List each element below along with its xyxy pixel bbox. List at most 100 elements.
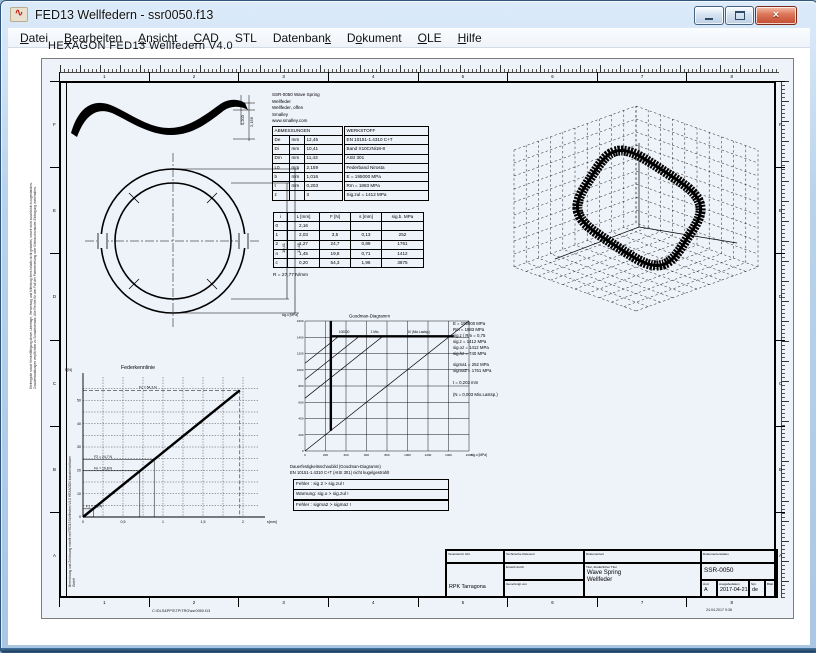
load-table-cell: 1 (274, 231, 288, 240)
zone-number: 3 (238, 598, 328, 607)
tb-label-created: Erstellt durch (505, 564, 583, 569)
drawing-panel: 12345678 12345678 FEDCBA FEDCBA Weiterga… (41, 58, 794, 619)
file-path-text: C:\DLS&PPS\TP\TRG\ssr0050.f13 (152, 609, 210, 613)
feder-xtick-label: 0,5 (121, 520, 126, 524)
close-button[interactable]: × (755, 6, 797, 25)
werkstoff-cell: Sig.zul = 1412 MPa (345, 191, 429, 200)
zone-letter: F (776, 81, 785, 167)
feder-ytick-label: 50 (77, 399, 81, 403)
tb-label-sheet: Blatt (766, 581, 776, 586)
message-box: Fehler : sigma2 > sigmaz ! (293, 500, 449, 511)
zone-letter: B (50, 426, 59, 512)
app-icon[interactable]: ∿ (10, 7, 28, 22)
zone-number: 4 (328, 72, 418, 81)
goodman-caption-line2: EN 10151-1.4310 C+T (AISI 301) nicht kug… (290, 470, 389, 476)
zone-letter: B (776, 426, 785, 512)
werkstoff-cell: Band X10CrNi18-8 (345, 145, 429, 154)
message-list: Fehler : sig 2 > sig.zul !Warnung: sig.o… (293, 480, 449, 511)
load-table-cell: L [mm] (288, 213, 320, 222)
goodman-series-fatigue-line-1mio (305, 336, 359, 379)
menu-item-hilfe[interactable]: Hilfe (450, 30, 490, 46)
menu-item-datenbank[interactable]: Datenbank (265, 30, 339, 46)
spring-rate-line: R = 27,77 N/mm (273, 273, 308, 278)
feder-ytick-label: 40 (77, 422, 81, 426)
zone-letter: C (776, 340, 785, 426)
goodman-title: Goodman-Diagramm (349, 314, 390, 319)
feder-ytick-label: 30 (77, 445, 81, 449)
load-table-cell: 19,8 (320, 249, 351, 258)
zone-strip-bottom: 12345678 (59, 598, 776, 607)
tb-rev: A (702, 586, 716, 594)
werkstoff-cell: Federband Nirosta (345, 163, 429, 172)
load-table-cell: 24,7 (320, 240, 351, 249)
zone-number: 7 (597, 598, 687, 607)
app-version-header: HEXAGON FED13 Wellfedern V4.0 (48, 40, 233, 52)
abmessungen-cell: ABMESSUNGEN (273, 127, 343, 136)
load-table-cell (320, 222, 351, 231)
load-table-cell (351, 222, 382, 231)
goodman-annotation: 100000 (339, 330, 350, 334)
window-controls: × (694, 6, 797, 25)
title-block: Verantwortl. Abt. Technische Referenz Do… (445, 549, 778, 598)
goodman-annotation: 1 Mio. (371, 330, 380, 334)
abmessungen-cell: 12,45 (305, 136, 343, 145)
load-table-cell: 0,20 (288, 258, 320, 267)
abmessungen-cell: t (273, 182, 290, 191)
goodman-ytick-label: 1600 (297, 319, 304, 323)
tb-label-doctype: Dokumentart (585, 551, 700, 556)
goodman-series-fatigue-line-100000 (305, 336, 383, 398)
zone-letter: C (50, 340, 59, 426)
zone-strip-top: 12345678 (59, 72, 776, 81)
abmessungen-cell: b (273, 172, 290, 181)
abmessungen-cell: 10,41 (305, 145, 343, 154)
federkennlinie-chart: F1 = 3,5 NFn = 19,8 NF2 = 24,7 NFc = 54,… (61, 361, 301, 545)
tb-date: 2017-04-21 (718, 586, 748, 594)
zone-number: 6 (507, 72, 597, 81)
feder-ytick-label: 20 (77, 469, 81, 473)
minimize-button[interactable] (694, 6, 724, 25)
info-line: www.smalley.com (272, 118, 320, 125)
dim-height-label: 2,159 (249, 116, 254, 127)
load-table-cell: 0,89 (351, 240, 382, 249)
goodman-caption: Dauerfestigkeitsschaubild (Goodman-Diagr… (290, 464, 389, 475)
goodman-ytick-label: 1400 (297, 335, 304, 339)
maximize-icon (735, 11, 745, 20)
goodman-xtick-label: 1400 (445, 453, 452, 457)
zone-letter: A (50, 512, 59, 598)
load-table-cell: 54,3 (320, 258, 351, 267)
goodman-xtick-label: 800 (384, 453, 389, 457)
abmessungen-cell: Di (273, 145, 290, 154)
abmessungen-cell: mm (290, 136, 305, 145)
menu-item-ole[interactable]: OLE (410, 30, 450, 46)
abmessungen-cell: 0,203 (305, 182, 343, 191)
maximize-button[interactable] (725, 6, 754, 25)
abmessungen-cell: L0 (273, 163, 290, 172)
abmessungen-cell: Dm (273, 154, 290, 163)
load-table-cell: 1,96 (351, 258, 382, 267)
copyright-notice-inner: Berechnung und Zeichnung erstellt mit FE… (68, 455, 76, 587)
zone-letter: E (776, 167, 785, 253)
abmessungen-cell: mm (290, 154, 305, 163)
abmessungen-cell: 1,016 (305, 172, 343, 181)
feder-point-label: Fn = 19,8 N (94, 466, 112, 470)
tb-docno: SSR-0050 (702, 564, 776, 575)
load-table-cell: 3875 (382, 258, 424, 267)
tb-lang: de (750, 586, 764, 594)
feder-xtick-label: 0 (82, 520, 84, 524)
zone-number: 5 (418, 72, 508, 81)
goodman-info-line: (N = 0,003 Mio.Lastsp.) (453, 392, 498, 398)
werkstoff-cell: WERKSTOFF (345, 127, 429, 136)
abmessungen-cell: 2,159 (305, 163, 343, 172)
tb-label-approved: Genehmigt von (505, 581, 583, 586)
feder-xtick-label: 1 (162, 520, 164, 524)
load-deflection-table: iL [mm]F [N]s [mm]sig.b. MPa02,1612,033,… (273, 212, 424, 268)
werkstoff-cell: E = 195000 MPa (345, 172, 429, 181)
zone-number: 7 (597, 72, 687, 81)
zone-number: 2 (149, 72, 239, 81)
zone-letter: D (776, 253, 785, 339)
zone-number: 1 (59, 598, 149, 607)
tb-company: RPK Tarragona (447, 564, 503, 591)
menu-item-dokument[interactable]: Dokument (339, 30, 410, 46)
print-timestamp: 24.04.2017 9:38 (706, 608, 732, 612)
tb-title1: Wave Spring (585, 569, 700, 577)
